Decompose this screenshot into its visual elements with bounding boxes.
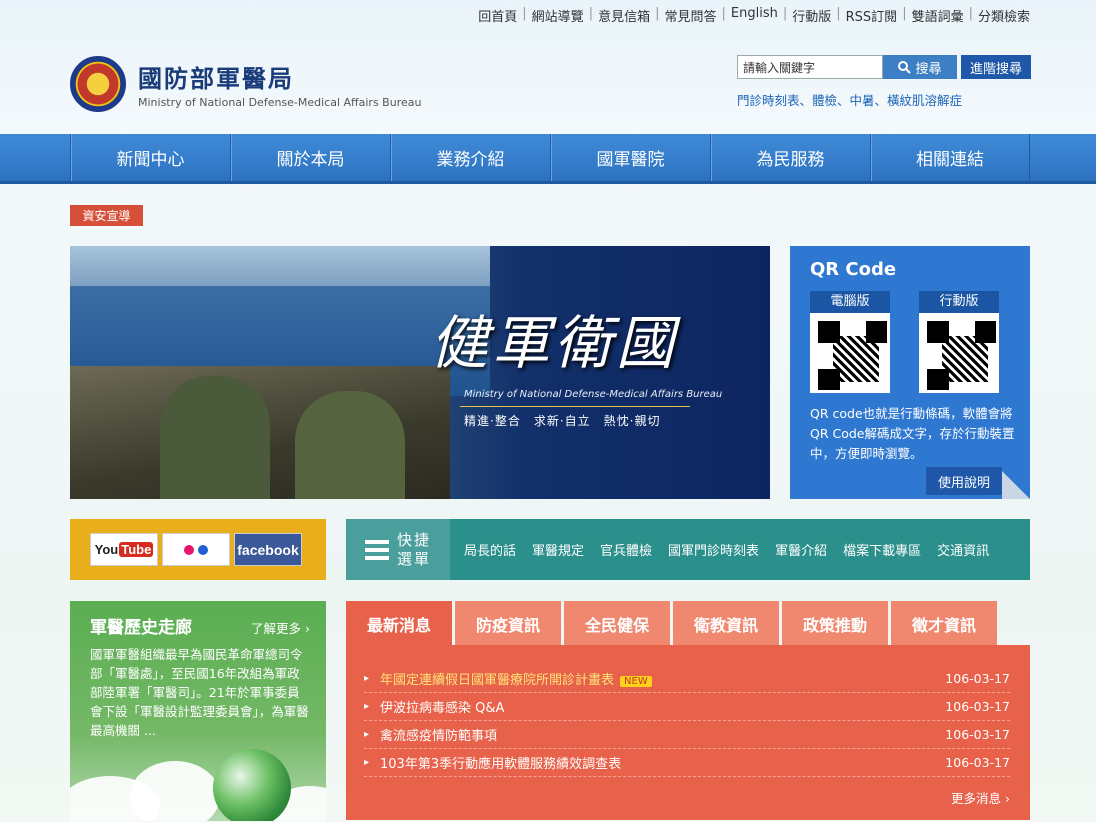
link-mobile[interactable]: 行動版 <box>792 6 831 25</box>
link-category-search[interactable]: 分類檢索 <box>978 6 1030 25</box>
tab-policy[interactable]: 政策推動 <box>782 601 888 646</box>
nav-hospitals[interactable]: 國軍醫院 <box>550 134 710 181</box>
top-links: 回首頁 | 網站導覽 | 意見信箱 | 常見問答 | English | 行動版 | RSS… <box>478 6 1030 25</box>
hero-banner[interactable]: 健軍衛國 Ministry of National Defense-Medica… <box>70 246 770 499</box>
history-text: 國軍軍醫組織最早為國民革命軍總司令部「軍醫處」，至民國16年改組為軍政部陸軍署「… <box>90 647 309 738</box>
link-feedback[interactable]: 意見信箱 <box>598 6 650 25</box>
soldier-figure <box>295 391 405 499</box>
qr-mobile-label: 行動版 <box>919 291 999 313</box>
news-date: 106-03-17 <box>945 671 1010 686</box>
qr-code-panel: QR Code 電腦版 行動版 QR code也就是行動條碼，軟體會將QR Co… <box>790 246 1030 499</box>
globe-icon <box>213 749 291 821</box>
nav-about[interactable]: 關於本局 <box>230 134 390 181</box>
quick-menu: 快捷選單 局長的話 軍醫規定 官兵體檢 國軍門診時刻表 軍醫介紹 檔案下載專區 … <box>346 519 1030 580</box>
flickr-link[interactable] <box>162 533 230 566</box>
qr-code-pc <box>810 313 890 393</box>
youtube-link[interactable]: You Tube <box>90 533 158 566</box>
tab-epidemic[interactable]: 防疫資訊 <box>455 601 561 646</box>
advanced-search-button[interactable]: 進階搜尋 <box>961 55 1031 79</box>
news-more-link[interactable]: 更多消息 › <box>951 788 1010 807</box>
new-badge: NEW <box>620 676 652 687</box>
history-more-link[interactable]: 了解更多 › <box>251 618 310 637</box>
bullet-icon: ▸ <box>364 673 370 684</box>
news-item[interactable]: ▸ 禽流感疫情防範事項 106-03-17 <box>364 721 1010 749</box>
social-links: You Tube facebook <box>70 519 326 580</box>
hot-keywords[interactable]: 門診時刻表、體檢、中暑、橫紋肌溶解症 <box>737 90 962 109</box>
banner-subtitle: Ministry of National Defense-Medical Aff… <box>464 389 723 400</box>
search-button-label: 搜尋 <box>915 60 942 76</box>
bullet-icon: ▸ <box>364 701 370 712</box>
nav-business[interactable]: 業務介紹 <box>390 134 550 181</box>
banner-title: 健軍衛國 <box>430 309 679 377</box>
news-date: 106-03-17 <box>945 699 1010 714</box>
history-panel: 軍醫歷史走廊 了解更多 › 國軍軍醫組織最早為國民革命軍總司令部「軍醫處」，至民… <box>70 601 326 821</box>
link-english[interactable]: English <box>731 6 778 25</box>
search-icon <box>898 60 912 74</box>
menu-icon <box>365 536 389 564</box>
bullet-icon: ▸ <box>364 757 370 768</box>
news-date: 106-03-17 <box>945 727 1010 742</box>
quick-link-traffic[interactable]: 交通資訊 <box>937 540 989 559</box>
quick-link-checkup[interactable]: 官兵體檢 <box>600 540 652 559</box>
security-badge[interactable]: 資安宣導 <box>70 205 143 226</box>
tab-health-education[interactable]: 衛教資訊 <box>673 601 779 646</box>
search-bar: 搜尋 進階搜尋 <box>737 55 1031 79</box>
nav-news-center[interactable]: 新聞中心 <box>70 134 230 181</box>
tab-health-insurance[interactable]: 全民健保 <box>564 601 670 646</box>
link-glossary[interactable]: 雙語詞彙 <box>912 6 964 25</box>
search-input[interactable] <box>737 55 883 79</box>
qr-title: QR Code <box>810 259 897 280</box>
quick-menu-title: 快捷選單 <box>397 530 432 568</box>
quick-link-regulations[interactable]: 軍醫規定 <box>532 540 584 559</box>
search-button[interactable]: 搜尋 <box>883 55 957 79</box>
link-sitemap[interactable]: 網站導覽 <box>532 6 584 25</box>
news-item[interactable]: ▸ 103年第3季行動應用軟體服務績效調查表 106-03-17 <box>364 749 1010 777</box>
tab-recruitment[interactable]: 徵才資訊 <box>891 601 997 646</box>
qr-code-mobile <box>919 313 999 393</box>
news-panel: ▸ 年國定連續假日國軍醫療院所開診計畫表 NEW 106-03-17 ▸ 伊波拉病… <box>346 645 1030 820</box>
site-title: 國防部軍醫局 <box>138 65 294 93</box>
link-home[interactable]: 回首頁 <box>478 6 517 25</box>
quick-link-clinic-schedule[interactable]: 國軍門診時刻表 <box>668 540 759 559</box>
quick-menu-header: 快捷選單 <box>346 519 450 580</box>
link-faq[interactable]: 常見問答 <box>664 6 716 25</box>
quick-link-intro[interactable]: 軍醫介紹 <box>775 540 827 559</box>
qr-description: QR code也就是行動條碼，軟體會將QR Code解碼成文字，存於行動裝置中，… <box>810 406 1015 461</box>
news-tabs: 最新消息 防疫資訊 全民健保 衛教資訊 政策推動 徵才資訊 <box>346 601 997 646</box>
news-item[interactable]: ▸ 伊波拉病毒感染 Q&A 106-03-17 <box>364 693 1010 721</box>
main-nav: 新聞中心 關於本局 業務介紹 國軍醫院 為民服務 相關連結 <box>0 134 1096 184</box>
nav-links[interactable]: 相關連結 <box>870 134 1030 181</box>
tab-latest-news[interactable]: 最新消息 <box>346 601 452 646</box>
banner-motto: 精進·整合 求新·自立 熱忱·親切 <box>464 414 661 428</box>
news-item[interactable]: ▸ 年國定連續假日國軍醫療院所開診計畫表 NEW 106-03-17 <box>364 665 1010 693</box>
quick-link-downloads[interactable]: 檔案下載專區 <box>843 540 921 559</box>
qr-pc-label: 電腦版 <box>810 291 890 313</box>
news-date: 106-03-17 <box>945 755 1010 770</box>
site-logo[interactable]: 國防部軍醫局 Ministry of National Defense-Medi… <box>70 56 421 112</box>
soldier-figure <box>160 376 270 499</box>
quick-link-director[interactable]: 局長的話 <box>464 540 516 559</box>
qr-instructions-button[interactable]: 使用說明 <box>926 467 1002 495</box>
flickr-icon <box>184 544 194 555</box>
nav-services[interactable]: 為民服務 <box>710 134 870 181</box>
site-subtitle: Ministry of National Defense-Medical Aff… <box>138 96 422 109</box>
emblem-icon <box>70 56 126 112</box>
facebook-link[interactable]: facebook <box>234 533 302 566</box>
link-rss[interactable]: RSS訂閱 <box>846 6 898 25</box>
bullet-icon: ▸ <box>364 729 370 740</box>
history-title: 軍醫歷史走廊 <box>90 618 192 638</box>
